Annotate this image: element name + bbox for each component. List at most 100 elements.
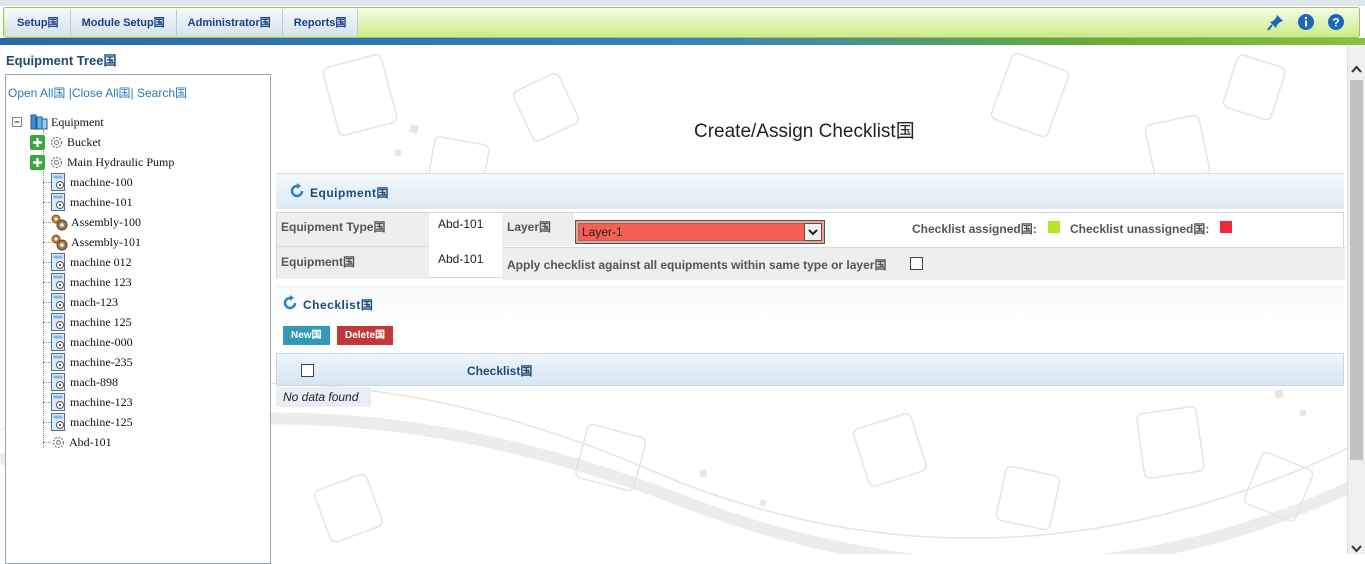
chevron-down-icon[interactable] [804,223,822,241]
page-scrollbar[interactable] [1347,46,1365,554]
machine-icon [51,173,67,191]
search-link[interactable]: Search国 [137,86,187,100]
tree-node-abd-101[interactable]: Abd-101 [51,432,112,452]
tree-node-machine-000[interactable]: machine-000 [51,332,133,352]
layer-select-value: Layer-1 [578,223,806,241]
main-menu: Setup国 Module Setup国 Administrator国 Repo… [6,10,359,36]
toolbar-icons: ? [1267,13,1345,31]
tree-actions: Open All国 |Close All国| Search国 [8,84,187,101]
equipment-label: Equipment国 [281,255,355,269]
close-all-link[interactable]: Close All国 [72,86,131,100]
tree-node-label: machine 012 [70,254,132,269]
tree-node-mach-123[interactable]: mach-123 [51,292,118,312]
machine-icon [51,273,67,291]
tree-connector [43,182,51,183]
tree-node-label: machine-235 [70,354,133,369]
checklist-column-header[interactable]: Checklist国 [467,362,532,379]
scroll-down-icon[interactable] [1351,540,1362,558]
menu-administrator[interactable]: Administrator国 [176,10,283,36]
expand-icon[interactable] [30,134,45,150]
tree-node-machine-012[interactable]: machine 012 [51,252,132,272]
gear-icon [51,435,66,450]
tree-node-label: Equipment [51,114,104,129]
browser-top-strip [0,0,1365,6]
header-divider-bar [0,38,1365,45]
menu-setup[interactable]: Setup国 [6,10,71,36]
tree-node-label: machine-000 [70,334,133,349]
gear-icon [49,135,64,150]
tree-connector [43,242,51,243]
tree-node-label: Assembly-100 [71,214,141,229]
scroll-up-icon[interactable] [1351,60,1362,78]
equipment-type-label: Equipment Type国 [281,220,386,234]
tree-node-assembly-100[interactable]: Assembly-100 [51,212,141,232]
info-icon[interactable] [1297,13,1315,31]
tree-connector [43,362,51,363]
tree-connector [43,322,51,323]
tree-root-node[interactable]: Equipment [12,112,104,132]
apply-all-label: Apply checklist against all equipments w… [507,258,887,272]
machine-icon [51,253,67,271]
equipment-section-header: Equipment国 [276,173,1344,209]
assembly-icon [51,214,68,231]
tree-connector [43,282,51,283]
assembly-icon [51,234,68,251]
tree-node-label: machine-101 [70,194,133,209]
machine-icon [51,313,67,331]
tree-connector [43,402,51,403]
tree-node-machine-123[interactable]: machine 123 [51,272,132,292]
page-title: Create/Assign Checklist国 [694,121,915,142]
delete-button[interactable]: Delete国 [337,326,394,345]
tree-node-label: machine 123 [70,274,132,289]
tree-node-machine-235[interactable]: machine-235 [51,352,133,372]
pin-icon[interactable] [1267,13,1285,31]
tree-node-machine-101[interactable]: machine-101 [51,192,133,212]
tree-connector [43,442,51,443]
refresh-icon[interactable] [289,183,305,199]
tree-node-assembly-101[interactable]: Assembly-101 [51,232,141,252]
equipment-section-title: Equipment国 [310,186,389,200]
machine-icon [51,393,67,411]
menu-reports[interactable]: Reports国 [282,10,359,36]
tree-node-label: machine-100 [70,174,133,189]
refresh-icon[interactable] [282,295,298,311]
equipment-tree-title: Equipment Tree国 [6,53,117,68]
checklist-assigned-label: Checklist assigned国: [912,222,1037,236]
tree-node-label: mach-123 [70,294,118,309]
checklist-section-title: Checklist国 [303,298,374,312]
tree-node-mach-898[interactable]: mach-898 [51,372,118,392]
tree-node-label: Abd-101 [69,434,112,449]
new-button[interactable]: New国 [283,326,330,345]
collapse-icon[interactable] [12,116,23,128]
machine-icon [51,293,67,311]
layer-select[interactable]: Layer-1 [575,220,825,244]
tree-connector [43,262,51,263]
tree-node-machine-100[interactable]: machine-100 [51,172,133,192]
apply-all-checkbox[interactable] [910,257,923,270]
tree-node-label: Bucket [67,134,101,149]
tree-node-machine-125b[interactable]: machine-125 [51,412,133,432]
tree-connector [43,130,44,448]
tree-node-bucket[interactable]: Bucket [30,132,101,152]
checklist-unassigned-label: Checklist unassigned国: [1070,222,1210,236]
machine-icon [51,413,67,431]
tree-node-machine-125[interactable]: machine 125 [51,312,132,332]
checklist-section-header: Checklist国 [276,285,1344,321]
scrollbar-thumb[interactable] [1350,80,1363,460]
svg-text:?: ? [1332,16,1339,30]
layer-label: Layer国 [507,220,552,234]
tree-node-label: Main Hydraulic Pump [67,154,175,169]
tree-node-machine-123b[interactable]: machine-123 [51,392,133,412]
select-all-checkbox[interactable] [301,364,314,377]
checklist-grid-header: Checklist国 [276,353,1344,386]
open-all-link[interactable]: Open All国 [8,86,65,100]
menu-module-setup[interactable]: Module Setup国 [70,10,177,36]
tree-node-main-hydraulic-pump[interactable]: Main Hydraulic Pump [30,152,174,172]
equipment-tree-panel: Open All国 |Close All国| Search国 Equipment [5,74,271,564]
tree-connector [43,302,51,303]
tree-node-label: machine-125 [70,414,133,429]
empty-message: No data found [276,387,371,407]
expand-icon[interactable] [30,154,45,170]
help-icon[interactable]: ? [1327,13,1345,31]
tree-node-label: Assembly-101 [71,234,141,249]
